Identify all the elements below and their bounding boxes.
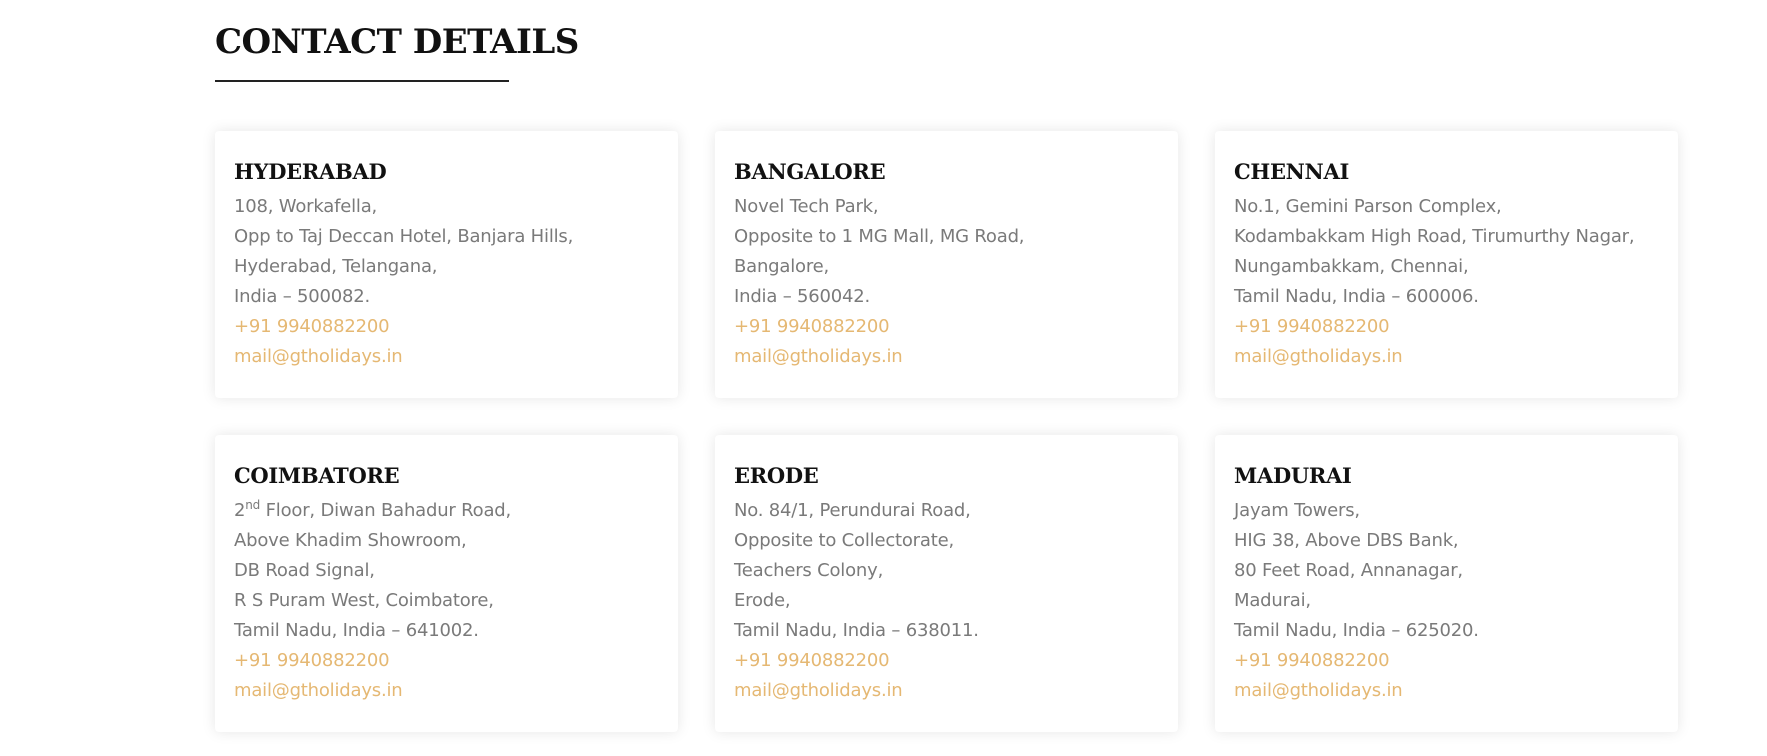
email-link[interactable]: mail@gtholidays.in [1234,342,1660,372]
address-line: 108, Workafella, [234,196,378,217]
office-cards-grid: HYDERABAD 108, Workafella, Opp to Taj De… [215,131,1678,732]
address-line: Teachers Colony, [734,560,884,581]
office-card-coimbatore: COIMBATORE 2nd Floor, Diwan Bahadur Road… [215,435,678,732]
address-line: Bangalore, [734,256,830,277]
address-line: Tamil Nadu, India – 638011. [734,620,979,641]
office-card-bangalore: BANGALORE Novel Tech Park, Opposite to 1… [715,131,1178,398]
phone-link[interactable]: +91 9940882200 [734,312,1160,342]
address-line: Madurai, [1234,590,1311,611]
office-card-madurai: MADURAI Jayam Towers, HIG 38, Above DBS … [1215,435,1678,732]
phone-link[interactable]: +91 9940882200 [234,312,660,342]
address-line: Tamil Nadu, India – 600006. [1234,286,1479,307]
office-card-chennai: CHENNAI No.1, Gemini Parson Complex, Kod… [1215,131,1678,398]
address-line: Hyderabad, Telangana, [234,256,438,277]
office-city-name: ERODE [734,463,819,488]
address-line: 80 Feet Road, Annanagar, [1234,560,1463,581]
address-line: Opp to Taj Deccan Hotel, Banjara Hills, [234,226,574,247]
office-card-hyderabad: HYDERABAD 108, Workafella, Opp to Taj De… [215,131,678,398]
address-line: No. 84/1, Perundurai Road, [734,500,971,521]
office-city-name: COIMBATORE [234,463,400,488]
address-line: HIG 38, Above DBS Bank, [1234,530,1459,551]
office-card-erode: ERODE No. 84/1, Perundurai Road, Opposit… [715,435,1178,732]
phone-link[interactable]: +91 9940882200 [734,646,1160,676]
phone-link[interactable]: +91 9940882200 [1234,312,1660,342]
address-line: Kodambakkam High Road, Tirumurthy Nagar, [1234,226,1635,247]
address-line: Tamil Nadu, India – 641002. [234,620,479,641]
email-link[interactable]: mail@gtholidays.in [734,676,1160,706]
floor-suffix: nd [245,498,261,512]
office-city-name: CHENNAI [1234,159,1349,184]
address-line: 2nd Floor, Diwan Bahadur Road, [234,496,660,526]
address-line: Opposite to 1 MG Mall, MG Road, [734,226,1025,247]
floor-number: 2 [234,500,246,521]
address-line: Erode, [734,590,791,611]
address-line: Novel Tech Park, [734,196,879,217]
floor-rest: Floor, Diwan Bahadur Road, [260,500,512,521]
address-line: DB Road Signal, [234,560,375,581]
address-line: Tamil Nadu, India – 625020. [1234,620,1479,641]
address-line: No.1, Gemini Parson Complex, [1234,196,1502,217]
page-title: CONTACT DETAILS [215,22,579,62]
address-line: Opposite to Collectorate, [734,530,954,551]
address-line: Above Khadim Showroom, [234,530,467,551]
email-link[interactable]: mail@gtholidays.in [1234,676,1660,706]
address-line: R S Puram West, Coimbatore, [234,590,494,611]
email-link[interactable]: mail@gtholidays.in [234,342,660,372]
contact-details-section: CONTACT DETAILS HYDERABAD 108, Workafell… [0,0,1767,756]
address-line: India – 500082. [234,286,371,307]
phone-link[interactable]: +91 9940882200 [234,646,660,676]
address-line: India – 560042. [734,286,871,307]
office-city-name: HYDERABAD [234,159,387,184]
title-underline [215,80,509,82]
office-city-name: BANGALORE [734,159,886,184]
email-link[interactable]: mail@gtholidays.in [734,342,1160,372]
office-city-name: MADURAI [1234,463,1352,488]
phone-link[interactable]: +91 9940882200 [1234,646,1660,676]
email-link[interactable]: mail@gtholidays.in [234,676,660,706]
address-line: Jayam Towers, [1234,500,1360,521]
address-line: Nungambakkam, Chennai, [1234,256,1469,277]
